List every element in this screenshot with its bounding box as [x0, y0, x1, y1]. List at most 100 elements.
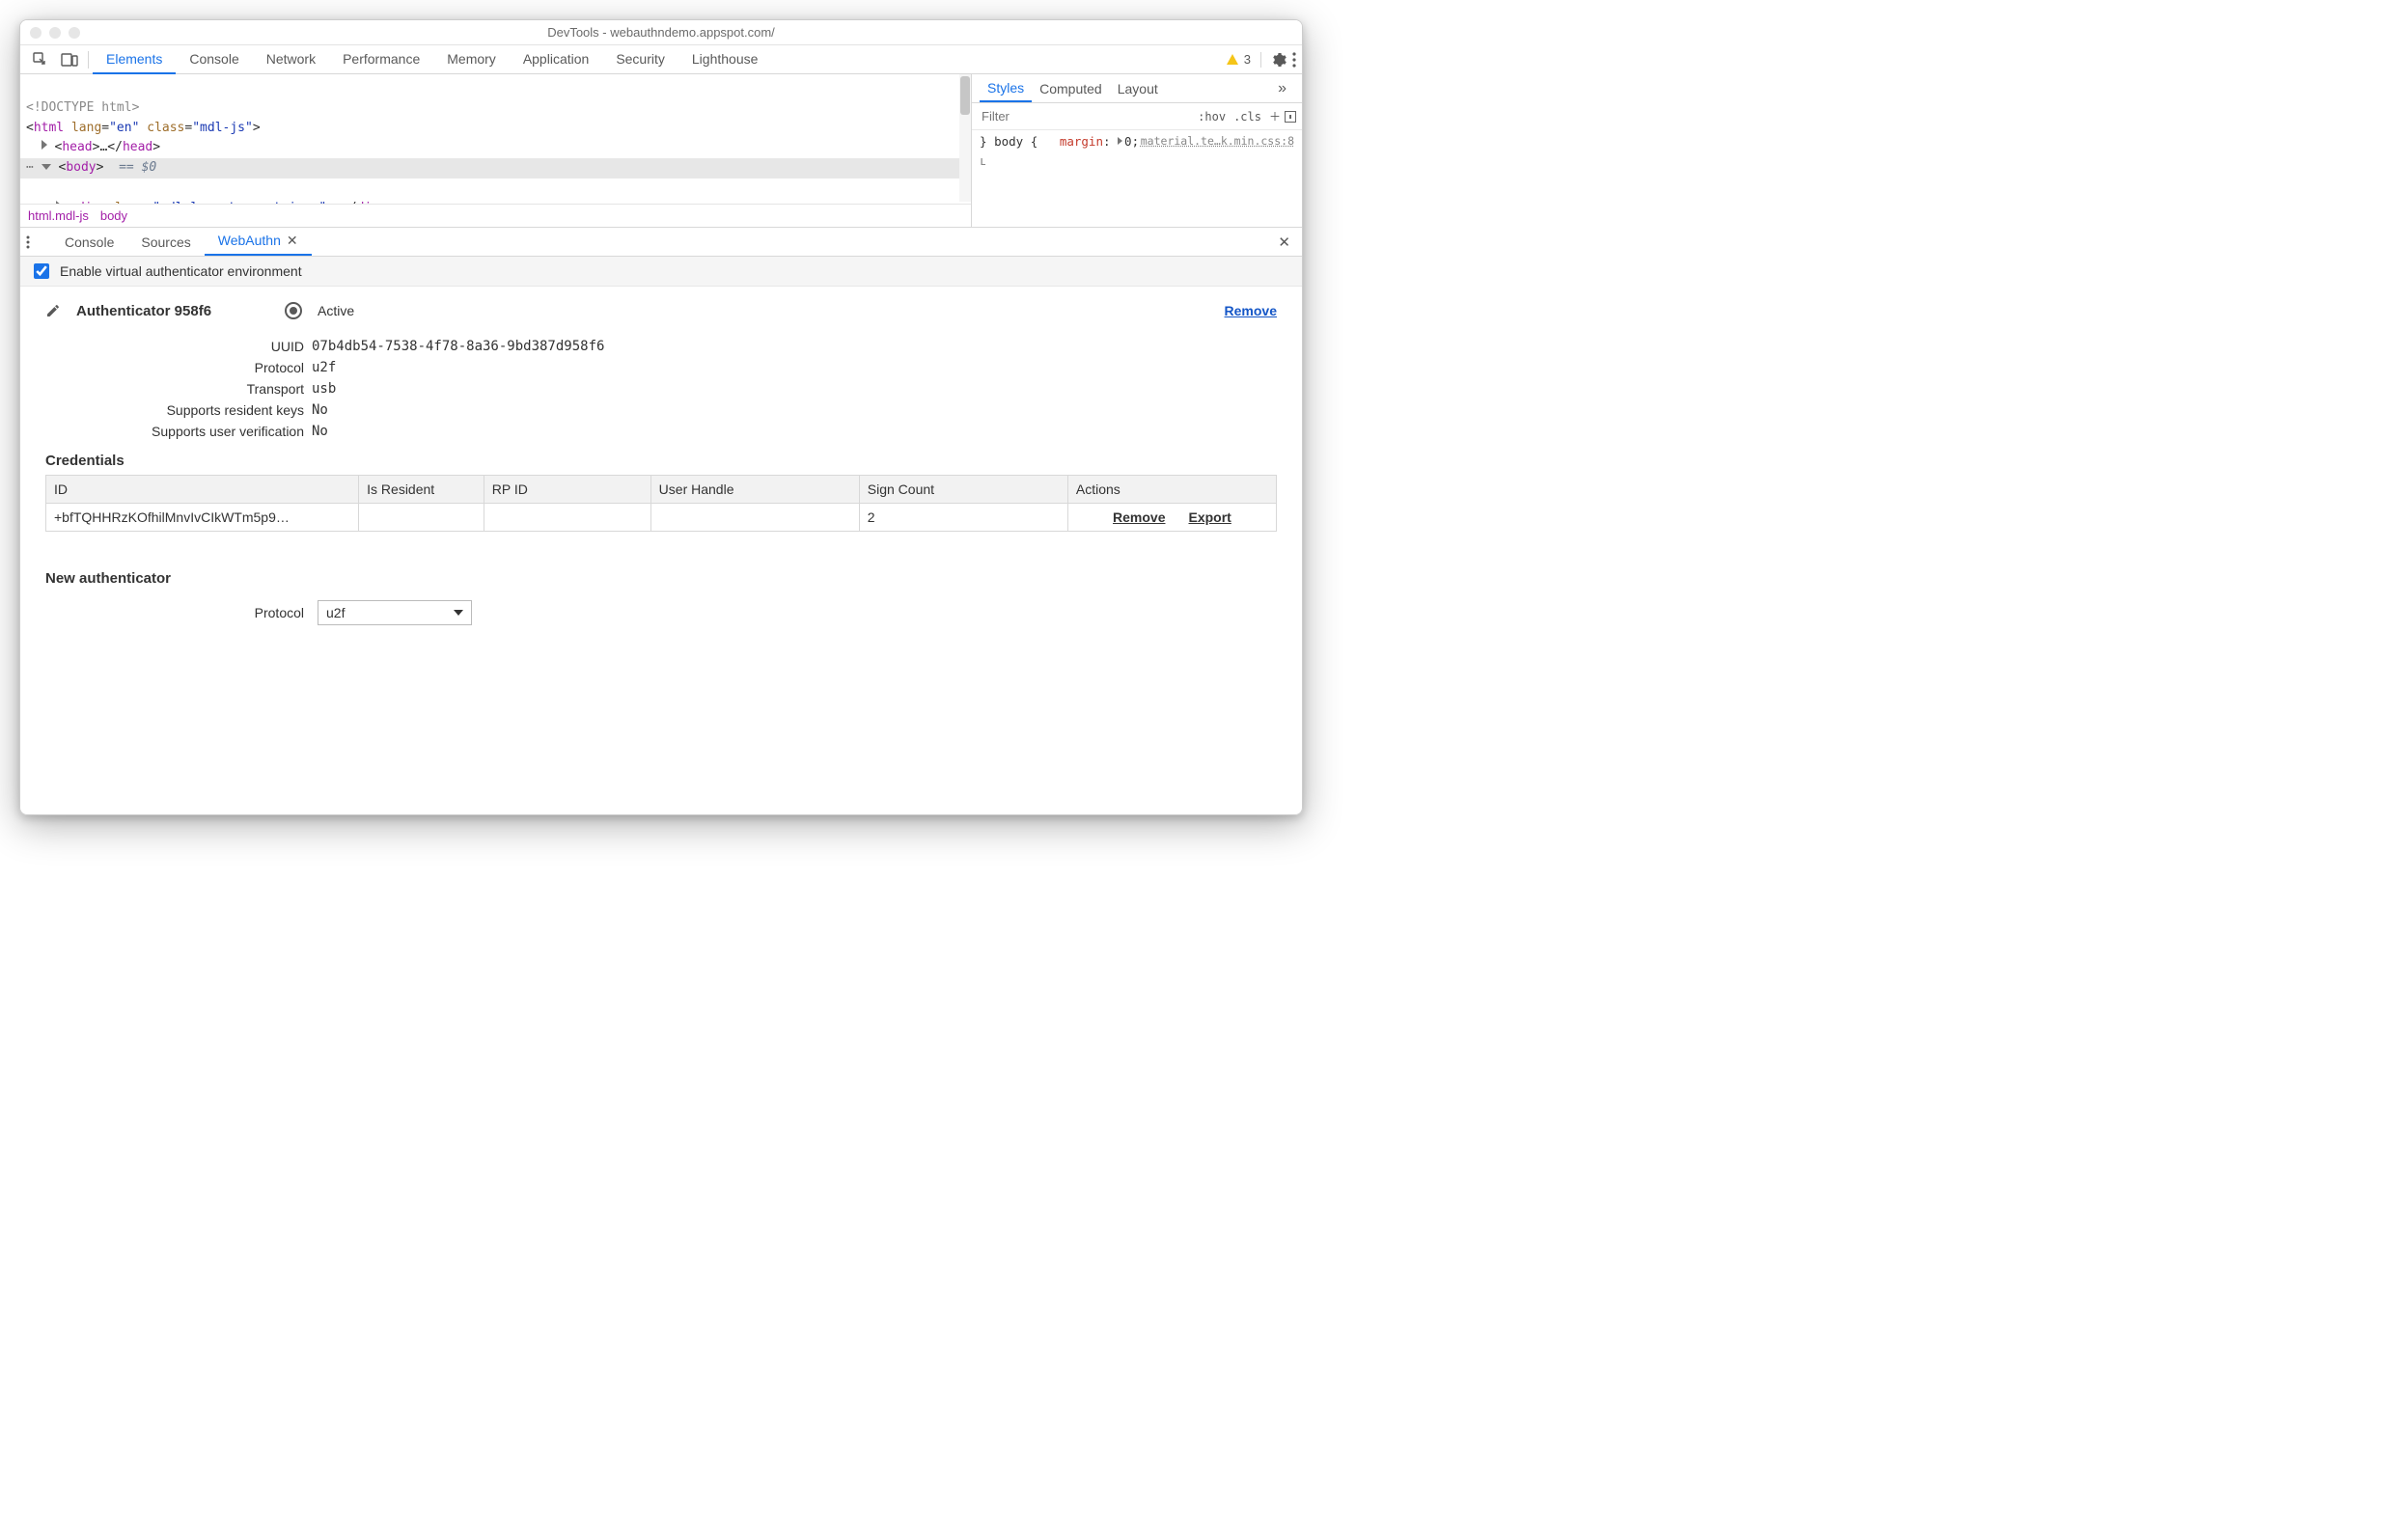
drawer-tab-console[interactable]: Console [51, 230, 127, 255]
dom-tree-panel: <!DOCTYPE html> <html lang="en" class="m… [20, 74, 972, 227]
dom-scrollbar[interactable] [959, 74, 971, 202]
styles-tabs: Styles Computed Layout » [972, 74, 1302, 103]
webauthn-pane: Enable virtual authenticator environment… [20, 257, 1302, 814]
styles-more-icon[interactable]: » [1270, 75, 1294, 102]
authenticator-section: Authenticator 958f6 Active Remove UUID07… [20, 287, 1302, 631]
transport-value: usb [312, 381, 1277, 397]
transport-label: Transport [45, 381, 304, 397]
col-signcount[interactable]: Sign Count [859, 476, 1067, 504]
dom-doctype: <!DOCTYPE html> [26, 100, 139, 115]
protocol-label: Protocol [45, 360, 304, 375]
styles-source-link[interactable]: material.te…k.min.css:8 [1141, 132, 1294, 150]
dom-div-row[interactable]: <div class="mdl-layout__container">…</di… [56, 201, 387, 204]
new-protocol-label: Protocol [45, 605, 304, 620]
drawer-close-icon[interactable]: ✕ [1272, 230, 1296, 255]
inspect-icon[interactable] [26, 52, 55, 68]
hov-button[interactable]: :hov [1194, 110, 1230, 124]
tab-elements[interactable]: Elements [93, 45, 176, 74]
uuid-value: 07b4db54-7538-4f78-8a36-9bd387d958f6 [312, 339, 1277, 354]
col-rpid[interactable]: RP ID [484, 476, 650, 504]
active-label: Active [318, 303, 354, 318]
resident-label: Supports resident keys [45, 402, 304, 418]
drawer-more-icon[interactable] [26, 235, 51, 249]
expand-shorthand-icon[interactable] [1118, 137, 1122, 145]
userver-value: No [312, 424, 1277, 439]
dom-tree[interactable]: <!DOCTYPE html> <html lang="en" class="m… [20, 74, 971, 204]
new-authenticator-protocol-row: Protocol u2f [45, 600, 1277, 625]
remove-authenticator-link[interactable]: Remove [1225, 303, 1277, 318]
tab-application[interactable]: Application [510, 45, 603, 74]
dom-head-row[interactable]: <head>…</head> [42, 140, 160, 154]
cell-resident [359, 504, 484, 532]
tab-lighthouse[interactable]: Lighthouse [678, 45, 772, 74]
breadcrumb-body[interactable]: body [100, 208, 127, 223]
edit-icon[interactable] [45, 303, 61, 318]
cell-id: +bfTQHHRzKOfhilMnvIvCIkWTm5p9… [46, 504, 359, 532]
settings-icon[interactable] [1271, 52, 1286, 68]
styles-filter-input[interactable] [978, 107, 1194, 125]
credential-remove-link[interactable]: Remove [1113, 509, 1165, 525]
dom-body-row[interactable]: ⋯ <body> == $0 [20, 158, 965, 179]
dom-breadcrumb: html.mdl-js body [20, 204, 971, 227]
drawer-tab-sources[interactable]: Sources [127, 230, 204, 255]
enable-virtual-env-row: Enable virtual authenticator environment [20, 257, 1302, 287]
dom-html-open[interactable]: <html lang="en" class="mdl-js"> [26, 121, 261, 135]
cell-signcount: 2 [859, 504, 1067, 532]
cell-rpid [484, 504, 650, 532]
new-protocol-select[interactable]: u2f [318, 600, 472, 625]
devtools-window: DevTools - webauthndemo.appspot.com/ Ele… [19, 19, 1303, 815]
authenticator-title: Authenticator 958f6 [76, 303, 211, 319]
panel-tabs: Elements Console Network Performance Mem… [93, 45, 771, 74]
styles-tab-styles[interactable]: Styles [980, 75, 1032, 102]
minimize-dot[interactable] [49, 27, 61, 39]
styles-rules[interactable]: } body { material.te…k.min.css:8 margin:… [972, 130, 1302, 227]
more-icon[interactable] [1292, 52, 1296, 68]
breadcrumb-html[interactable]: html.mdl-js [28, 208, 89, 223]
enable-virtual-env-checkbox[interactable] [34, 263, 49, 279]
device-toolbar-icon[interactable] [55, 53, 84, 67]
col-resident[interactable]: Is Resident [359, 476, 484, 504]
drawer-tab-webauthn[interactable]: WebAuthn✕ [205, 228, 312, 256]
css-prop[interactable]: margin [1060, 134, 1103, 149]
tab-console[interactable]: Console [176, 45, 252, 74]
styles-tab-layout[interactable]: Layout [1110, 76, 1166, 101]
resident-value: No [312, 402, 1277, 418]
col-actions[interactable]: Actions [1067, 476, 1276, 504]
collapse-icon[interactable] [42, 164, 51, 170]
new-authenticator-heading: New authenticator [45, 570, 1277, 587]
warning-icon[interactable] [1227, 54, 1238, 65]
main-toolbar: Elements Console Network Performance Mem… [20, 45, 1302, 74]
chevron-down-icon [454, 610, 463, 616]
cell-userhandle [650, 504, 859, 532]
styles-tab-computed[interactable]: Computed [1032, 76, 1110, 101]
close-tab-icon[interactable]: ✕ [287, 233, 298, 248]
cls-button[interactable]: .cls [1230, 110, 1265, 124]
elements-panel: <!DOCTYPE html> <html lang="en" class="m… [20, 74, 1302, 228]
styles-toolbar: :hov .cls ＋ [972, 103, 1302, 130]
tab-network[interactable]: Network [253, 45, 329, 74]
col-id[interactable]: ID [46, 476, 359, 504]
expand-icon[interactable] [56, 201, 62, 204]
close-dot[interactable] [30, 27, 42, 39]
new-rule-button[interactable]: ＋ [1265, 108, 1285, 124]
zoom-dot[interactable] [69, 27, 80, 39]
box-model-icon[interactable] [1285, 111, 1296, 123]
traffic-lights [30, 27, 80, 39]
window-title: DevTools - webauthndemo.appspot.com/ [30, 25, 1292, 40]
cell-actions: Remove Export [1067, 504, 1276, 532]
drawer-tabs: Console Sources WebAuthn✕ ✕ [20, 228, 1302, 257]
window-titlebar: DevTools - webauthndemo.appspot.com/ [20, 20, 1302, 45]
tab-security[interactable]: Security [602, 45, 678, 74]
expand-icon[interactable] [42, 140, 47, 150]
table-row: +bfTQHHRzKOfhilMnvIvCIkWTm5p9… 2 Remove … [46, 504, 1277, 532]
credential-export-link[interactable]: Export [1188, 509, 1231, 525]
warning-count[interactable]: 3 [1244, 52, 1251, 67]
tab-performance[interactable]: Performance [329, 45, 433, 74]
active-radio[interactable] [285, 302, 302, 319]
tab-memory[interactable]: Memory [433, 45, 510, 74]
authenticator-properties: UUID07b4db54-7538-4f78-8a36-9bd387d958f6… [45, 339, 1277, 439]
userver-label: Supports user verification [45, 424, 304, 439]
credentials-table: ID Is Resident RP ID User Handle Sign Co… [45, 475, 1277, 532]
col-userhandle[interactable]: User Handle [650, 476, 859, 504]
enable-virtual-env-label: Enable virtual authenticator environment [60, 263, 302, 279]
